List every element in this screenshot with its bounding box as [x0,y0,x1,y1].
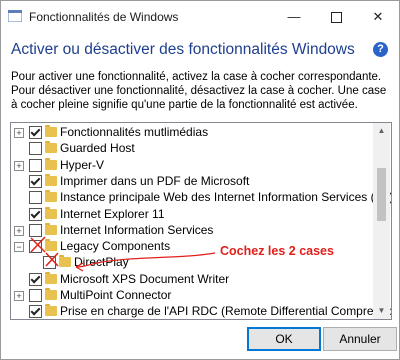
feature-row[interactable]: + MultiPoint Connector [11,287,371,303]
folder-icon [45,206,57,219]
title-bar[interactable]: Fonctionnalités de Windows — ✕ [1,1,399,32]
folder-icon [45,288,57,300]
folder-icon [45,239,57,252]
feature-row[interactable]: + Fonctionnalités mutlimédias [11,124,371,140]
feature-row[interactable]: Internet Explorer 11 [11,206,371,222]
maximize-icon [330,12,342,23]
folder-icon [59,255,71,268]
scroll-down-icon[interactable]: ▼ [373,303,390,319]
feature-row[interactable]: + Internet Information Services [11,222,371,238]
scroll-up-icon[interactable]: ▲ [373,123,390,139]
close-button[interactable]: ✕ [359,1,397,32]
feature-row[interactable]: Imprimer dans un PDF de Microsoft [11,173,371,189]
folder-icon [45,173,57,186]
cancel-button[interactable]: Annuler [323,327,397,351]
feature-label: DirectPlay [74,255,129,270]
feature-row[interactable]: + Hyper-V [11,157,371,173]
feature-checkbox[interactable] [29,223,42,237]
feature-label: Guarded Host [60,141,135,156]
feature-checkbox[interactable] [29,158,42,172]
feature-label: Internet Explorer 11 [60,206,165,221]
feature-checkbox[interactable] [29,240,42,254]
feature-checkbox[interactable] [29,191,42,205]
feature-checkbox[interactable] [29,174,42,188]
annotation-text: Cochez les 2 cases [220,244,334,258]
feature-label: Prise en charge de l'API RDC (Remote Dif… [60,304,392,319]
expand-icon[interactable]: + [14,291,24,301]
feature-checkbox[interactable] [29,207,42,221]
folder-icon [45,304,57,317]
dialog-description: Pour activer une fonctionnalité, activez… [11,71,387,111]
window-app-icon [8,10,22,22]
window-title: Fonctionnalités de Windows [29,10,179,24]
feature-checkbox[interactable] [29,142,42,156]
feature-label: Internet Information Services [60,222,214,237]
tree-scrollbar[interactable]: ▲ ▼ [373,123,390,319]
expand-icon[interactable]: + [14,160,24,171]
feature-row[interactable]: Microsoft XPS Document Writer [11,271,371,287]
folder-icon [45,125,57,137]
feature-row[interactable]: Prise en charge de l'API RDC (Remote Dif… [11,303,391,319]
feature-label: Instance principale Web des Internet Inf… [60,190,392,205]
feature-label: Microsoft XPS Document Writer [60,271,230,286]
folder-icon [45,157,57,170]
collapse-icon[interactable]: − [14,242,24,253]
folder-icon [45,141,57,154]
feature-checkbox[interactable] [29,126,42,139]
feature-checkbox[interactable] [29,289,42,302]
features-tree: Prise en charge de l'API RDC (Remote Dif… [10,122,392,320]
maximize-button[interactable] [317,1,355,32]
feature-row[interactable]: Instance principale Web des Internet Inf… [11,189,391,205]
minimize-button[interactable]: — [275,1,313,32]
expand-icon[interactable]: + [14,128,24,138]
feature-label: Imprimer dans un PDF de Microsoft [60,173,250,188]
feature-label: Hyper-V [60,157,105,172]
feature-checkbox[interactable] [43,256,56,270]
feature-label: Fonctionnalités mutlimédias [60,125,209,139]
scroll-thumb[interactable] [377,168,386,221]
feature-label: MultiPoint Connector [60,288,172,302]
feature-row[interactable]: Guarded Host [11,140,371,156]
features-dialog: Fonctionnalités de Windows — ✕ Activer o… [0,0,400,360]
dialog-heading: Activer ou désactiver des fonctionnalité… [11,41,355,58]
feature-label: Legacy Components [60,239,171,254]
folder-icon [45,190,57,203]
feature-checkbox[interactable] [29,305,42,319]
folder-icon [45,222,57,235]
help-icon[interactable]: ? [373,42,388,57]
ok-button[interactable]: OK [247,327,321,351]
feature-checkbox[interactable] [29,272,42,286]
folder-icon [45,271,57,284]
expand-icon[interactable]: + [14,225,24,236]
